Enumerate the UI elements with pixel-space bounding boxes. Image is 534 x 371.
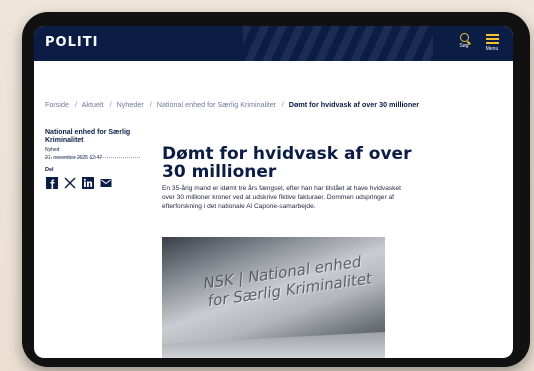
search-button[interactable]: Søg bbox=[452, 31, 476, 57]
menu-label: Menu bbox=[485, 46, 499, 52]
facebook-icon[interactable] bbox=[45, 176, 58, 189]
share-buttons bbox=[45, 176, 150, 189]
article-meta: National enhed for Særlig Kriminalitet N… bbox=[45, 129, 150, 189]
breadcrumb-link-nsk[interactable]: National enhed for Særlig Kriminalitet bbox=[157, 100, 276, 109]
header-decoration bbox=[243, 26, 433, 61]
breadcrumb-link-nyheder[interactable]: Nyheder bbox=[117, 100, 144, 109]
breadcrumb-current: Dømt for hvidvask af over 30 millioner bbox=[288, 100, 420, 109]
article-lead: En 35-årig mand er idømt tre års fængsel… bbox=[162, 185, 401, 210]
browser-screen: POLITI Søg Menu Forside / Aktuelt / Nyhede… bbox=[34, 26, 513, 358]
share-label: Del bbox=[45, 167, 54, 173]
photo-pedestal bbox=[162, 332, 385, 358]
search-icon bbox=[459, 33, 469, 42]
breadcrumb: Forside / Aktuelt / Nyheder / National enhe… bbox=[45, 100, 420, 109]
site-header: POLITI Søg Menu bbox=[34, 26, 513, 61]
tablet-frame: POLITI Søg Menu Forside / Aktuelt / Nyhede… bbox=[22, 12, 530, 367]
meta-divider bbox=[45, 157, 140, 158]
article-date: 21. november 2025 12:47 bbox=[45, 155, 102, 161]
breadcrumb-link-aktuelt[interactable]: Aktuelt bbox=[82, 100, 104, 109]
photo-sign-text: NSK | National enhed for Særlig Kriminal… bbox=[202, 252, 373, 311]
search-label: Søg bbox=[459, 43, 469, 49]
article-title: Dømt for hvidvask af over 30 millioner bbox=[162, 144, 412, 182]
article-type: Nyhed bbox=[45, 147, 60, 153]
article-photo: NSK | National enhed for Særlig Kriminal… bbox=[162, 237, 385, 358]
linkedin-icon[interactable] bbox=[81, 176, 94, 189]
hamburger-icon bbox=[485, 34, 499, 44]
menu-button[interactable]: Menu bbox=[480, 31, 504, 57]
mail-icon[interactable] bbox=[99, 176, 112, 189]
x-icon[interactable] bbox=[63, 176, 76, 189]
site-logo[interactable]: POLITI bbox=[45, 35, 98, 50]
article-unit[interactable]: National enhed for Særlig Kriminalitet bbox=[45, 129, 150, 145]
breadcrumb-link-forside[interactable]: Forside bbox=[45, 100, 69, 109]
